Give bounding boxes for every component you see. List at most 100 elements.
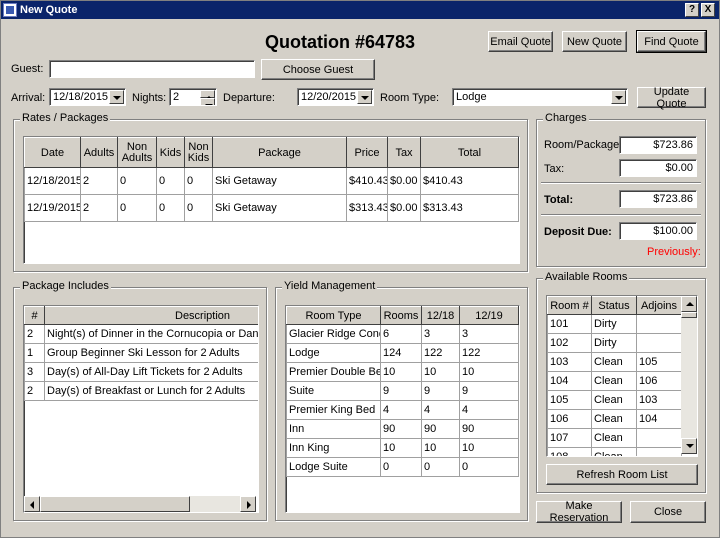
rates-grid[interactable]: Date Adults Non Adults Kids Non Kids Pac… (23, 136, 520, 264)
cell: 10 (421, 362, 460, 382)
scroll-thumb[interactable] (40, 496, 190, 512)
departure-dropdown-icon[interactable] (357, 90, 372, 104)
spin-up-icon[interactable] (200, 90, 215, 100)
deposit-due-field[interactable]: $100.00 (619, 222, 697, 240)
table-row[interactable]: Inn 90 90 90 (286, 419, 519, 439)
col-date-2[interactable]: 12/19 (459, 306, 519, 325)
room-type-dropdown-icon[interactable] (611, 90, 626, 104)
col-price[interactable]: Price (346, 137, 388, 168)
col-date[interactable]: Date (24, 137, 81, 168)
update-quote-button[interactable]: Update Quote (637, 86, 706, 110)
new-quote-button[interactable]: New Quote (562, 31, 627, 52)
help-button[interactable]: ? (685, 3, 699, 17)
nights-spin-buttons[interactable] (200, 90, 215, 105)
table-row[interactable]: Inn King 10 10 10 (286, 438, 519, 458)
col-room-type[interactable]: Room Type (286, 306, 381, 325)
cell: 9 (421, 381, 460, 401)
col-status[interactable]: Status (591, 296, 637, 315)
cell: Clean (591, 371, 637, 391)
cell: 90 (421, 419, 460, 439)
cell: 2 (80, 167, 118, 195)
table-row[interactable]: 103 Clean 105 (547, 352, 682, 372)
spin-down-icon[interactable] (200, 98, 215, 105)
col-rooms[interactable]: Rooms (380, 306, 422, 325)
charges-divider (541, 182, 701, 184)
col-tax[interactable]: Tax (387, 137, 421, 168)
choose-guest-button[interactable]: Choose Guest (261, 59, 375, 80)
table-row[interactable]: Premier King Bed 4 4 4 (286, 400, 519, 420)
table-row[interactable]: 105 Clean 103 (547, 390, 682, 410)
find-quote-button[interactable]: Find Quote (636, 30, 707, 53)
col-adults[interactable]: Adults (80, 137, 118, 168)
window-title: New Quote (20, 4, 78, 16)
arrival-dropdown-icon[interactable] (109, 90, 124, 104)
cell: 10 (380, 438, 422, 458)
col-number[interactable]: # (24, 306, 45, 325)
nights-stepper[interactable]: 2 (169, 88, 217, 106)
refresh-room-list-button[interactable]: Refresh Room List (546, 464, 698, 485)
cell: Inn (286, 419, 381, 439)
cell: $410.43 (420, 167, 519, 195)
package-includes-grid[interactable]: # Description 2 Night(s) of Dinner in the… (23, 305, 259, 513)
rates-packages-group: Rates / Packages Date Adults Non Adults … (13, 112, 528, 272)
cell: 90 (380, 419, 422, 439)
cell: 0 (117, 167, 157, 195)
cell: 4 (421, 400, 460, 420)
cell: 124 (380, 343, 422, 363)
table-row[interactable]: 2 Day(s) of Breakfast or Lunch for 2 Adul… (24, 381, 258, 401)
guest-field[interactable] (49, 60, 255, 78)
table-row[interactable]: 12/18/2015 2 0 0 0 Ski Getaway $410.43 $… (24, 167, 519, 195)
table-row[interactable]: Premier Double Beds101010 (286, 362, 519, 382)
scroll-down-icon[interactable] (681, 438, 697, 454)
room-type-select[interactable]: Lodge (452, 88, 628, 106)
horizontal-scrollbar[interactable] (24, 496, 256, 512)
arrival-date-picker[interactable]: 12/18/2015 (49, 88, 126, 106)
available-rooms-title: Available Rooms (543, 271, 630, 283)
departure-value: 12/20/2015 (301, 91, 357, 103)
make-reservation-button[interactable]: Make Reservation (536, 500, 622, 524)
close-button[interactable]: Close (630, 501, 706, 523)
available-rooms-grid[interactable]: Room # Status Adjoins 101 Dirty 102 Dirty … (546, 295, 698, 457)
table-row[interactable]: Lodge Suite 0 0 0 (286, 457, 519, 477)
col-kids[interactable]: Kids (156, 137, 185, 168)
col-total[interactable]: Total (420, 137, 519, 168)
col-description[interactable]: Description (44, 306, 258, 325)
yield-grid[interactable]: Room Type Rooms 12/18 12/19 Glacier Ridg… (285, 305, 520, 513)
rooms-vertical-scrollbar[interactable] (681, 296, 697, 454)
col-date-1[interactable]: 12/18 (421, 306, 460, 325)
scroll-up-icon[interactable] (681, 296, 697, 312)
col-room-number[interactable]: Room # (547, 296, 592, 315)
table-row[interactable]: 108 Clean (547, 447, 682, 456)
departure-date-picker[interactable]: 12/20/2015 (297, 88, 374, 106)
nights-label: Nights: (132, 92, 167, 104)
close-window-button[interactable]: X (701, 3, 715, 17)
col-non-adults[interactable]: Non Adults (117, 137, 157, 168)
table-row[interactable]: 104 Clean 106 (547, 371, 682, 391)
email-quote-button[interactable]: Email Quote (488, 31, 553, 52)
col-adjoins[interactable]: Adjoins (636, 296, 682, 315)
scroll-thumb[interactable] (681, 312, 697, 318)
table-row[interactable]: 12/19/2015 2 0 0 0 Ski Getaway $313.43 $… (24, 194, 519, 222)
table-row[interactable]: 107 Clean (547, 428, 682, 448)
cell: 0 (459, 457, 519, 477)
table-row[interactable]: 102 Dirty (547, 333, 682, 353)
table-row[interactable]: 3 Day(s) of All-Day Lift Tickets for 2 Ad… (24, 362, 258, 382)
cell: 104 (547, 371, 592, 391)
cell (636, 428, 682, 448)
yield-management-group: Yield Management Room Type Rooms 12/18 1… (275, 280, 528, 521)
scroll-right-icon[interactable] (240, 496, 256, 512)
table-row[interactable]: Lodge 124 122 122 (286, 343, 519, 363)
cell: Inn King (286, 438, 381, 458)
cell: Glacier Ridge Condo (286, 324, 381, 344)
rates-packages-title: Rates / Packages (20, 112, 111, 124)
table-row[interactable]: Suite 9 9 9 (286, 381, 519, 401)
table-row[interactable]: 106 Clean 104 (547, 409, 682, 429)
cell: 0 (184, 194, 213, 222)
col-non-kids[interactable]: Non Kids (184, 137, 213, 168)
table-row[interactable]: 1 Group Beginner Ski Lesson for 2 Adults (24, 343, 258, 363)
table-row[interactable]: Glacier Ridge Condo633 (286, 324, 519, 344)
table-row[interactable]: 101 Dirty (547, 314, 682, 334)
scroll-left-icon[interactable] (24, 496, 40, 512)
table-row[interactable]: 2 Night(s) of Dinner in the Cornucopia or… (24, 324, 258, 344)
col-package[interactable]: Package (212, 137, 347, 168)
